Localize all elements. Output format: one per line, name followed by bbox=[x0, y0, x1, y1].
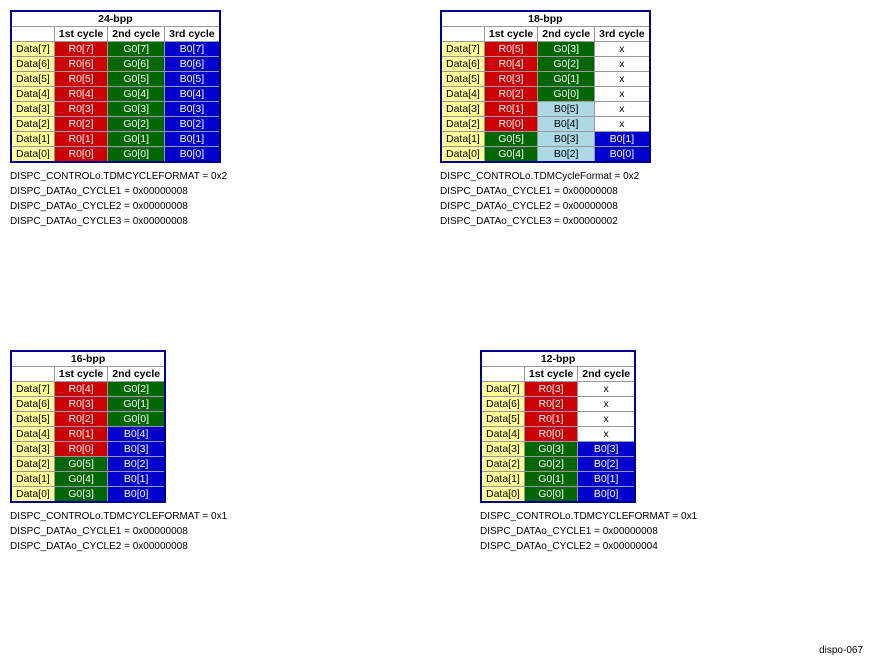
table-row: Data[5] R0[5] G0[5] B0[5] bbox=[11, 72, 220, 87]
table-24bpp-title: 24-bpp bbox=[11, 11, 220, 27]
table-row: Data[0] G0[3] B0[0] bbox=[11, 487, 165, 503]
table-row: Data[7] R0[5] G0[3] x bbox=[441, 42, 650, 57]
table-row: Data[1] R0[1] G0[1] B0[1] bbox=[11, 132, 220, 147]
table-16bpp-title: 16-bpp bbox=[11, 351, 165, 367]
table-row: Data[0] G0[4] B0[2] B0[0] bbox=[441, 147, 650, 163]
table-row: Data[2] R0[0] B0[4] x bbox=[441, 117, 650, 132]
page-container: 24-bpp 1st cycle 2nd cycle 3rd cycle Dat… bbox=[0, 0, 871, 660]
table-row: Data[1] G0[5] B0[3] B0[1] bbox=[441, 132, 650, 147]
code-16bpp: DISPC_CONTROLo.TDMCYCLEFORMAT = 0x1 DISP… bbox=[10, 509, 227, 554]
table-row: Data[7] R0[3] x bbox=[481, 382, 635, 397]
table-row: Data[1] G0[4] B0[1] bbox=[11, 472, 165, 487]
table-row: Data[6] R0[4] G0[2] x bbox=[441, 57, 650, 72]
table-24bpp: 24-bpp 1st cycle 2nd cycle 3rd cycle Dat… bbox=[10, 10, 221, 163]
code-12bpp: DISPC_CONTROLo.TDMCYCLEFORMAT = 0x1 DISP… bbox=[480, 509, 697, 554]
quadrant-12bpp: 12-bpp 1st cycle 2nd cycle Data[7] R0[3]… bbox=[480, 350, 697, 554]
table-row: Data[3] R0[3] G0[3] B0[3] bbox=[11, 102, 220, 117]
table-18bpp-title: 18-bpp bbox=[441, 11, 650, 27]
table-18bpp: 18-bpp 1st cycle 2nd cycle 3rd cycle Dat… bbox=[440, 10, 651, 163]
table-row: Data[3] G0[3] B0[3] bbox=[481, 442, 635, 457]
col-1st-24bpp: 1st cycle bbox=[54, 27, 107, 42]
table-row: Data[4] R0[2] G0[0] x bbox=[441, 87, 650, 102]
table-row: Data[7] R0[7] G0[7] B0[7] bbox=[11, 42, 220, 57]
table-row: Data[6] R0[6] G0[6] B0[6] bbox=[11, 57, 220, 72]
table-row: Data[6] R0[2] x bbox=[481, 397, 635, 412]
quadrant-24bpp: 24-bpp 1st cycle 2nd cycle 3rd cycle Dat… bbox=[10, 10, 227, 229]
table-row: Data[1] G0[1] B0[1] bbox=[481, 472, 635, 487]
code-24bpp: DISPC_CONTROLo.TDMCYCLEFORMAT = 0x2 DISP… bbox=[10, 169, 227, 229]
table-row: Data[2] R0[2] G0[2] B0[2] bbox=[11, 117, 220, 132]
col-2nd-24bpp: 2nd cycle bbox=[108, 27, 165, 42]
quadrant-18bpp: 18-bpp 1st cycle 2nd cycle 3rd cycle Dat… bbox=[440, 10, 651, 229]
table-row: Data[4] R0[1] B0[4] bbox=[11, 427, 165, 442]
col-label-24bpp bbox=[11, 27, 54, 42]
table-row: Data[5] R0[1] x bbox=[481, 412, 635, 427]
footer-label: dispo-067 bbox=[819, 645, 863, 656]
col-3rd-24bpp: 3rd cycle bbox=[165, 27, 220, 42]
table-12bpp-title: 12-bpp bbox=[481, 351, 635, 367]
quadrant-16bpp: 16-bpp 1st cycle 2nd cycle Data[7] R0[4]… bbox=[10, 350, 227, 554]
table-16bpp: 16-bpp 1st cycle 2nd cycle Data[7] R0[4]… bbox=[10, 350, 166, 503]
table-row: Data[5] R0[3] G0[1] x bbox=[441, 72, 650, 87]
table-row: Data[2] G0[5] B0[2] bbox=[11, 457, 165, 472]
table-12bpp: 12-bpp 1st cycle 2nd cycle Data[7] R0[3]… bbox=[480, 350, 636, 503]
table-row: Data[7] R0[4] G0[2] bbox=[11, 382, 165, 397]
table-row: Data[0] G0[0] B0[0] bbox=[481, 487, 635, 503]
table-row: Data[3] R0[0] B0[3] bbox=[11, 442, 165, 457]
table-row: Data[0] R0[0] G0[0] B0[0] bbox=[11, 147, 220, 163]
table-row: Data[6] R0[3] G0[1] bbox=[11, 397, 165, 412]
table-row: Data[2] G0[2] B0[2] bbox=[481, 457, 635, 472]
table-row: Data[4] R0[0] x bbox=[481, 427, 635, 442]
table-row: Data[3] R0[1] B0[5] x bbox=[441, 102, 650, 117]
table-row: Data[4] R0[4] G0[4] B0[4] bbox=[11, 87, 220, 102]
table-row: Data[5] R0[2] G0[0] bbox=[11, 412, 165, 427]
code-18bpp: DISPC_CONTROLo.TDMCycleFormat = 0x2 DISP… bbox=[440, 169, 651, 229]
